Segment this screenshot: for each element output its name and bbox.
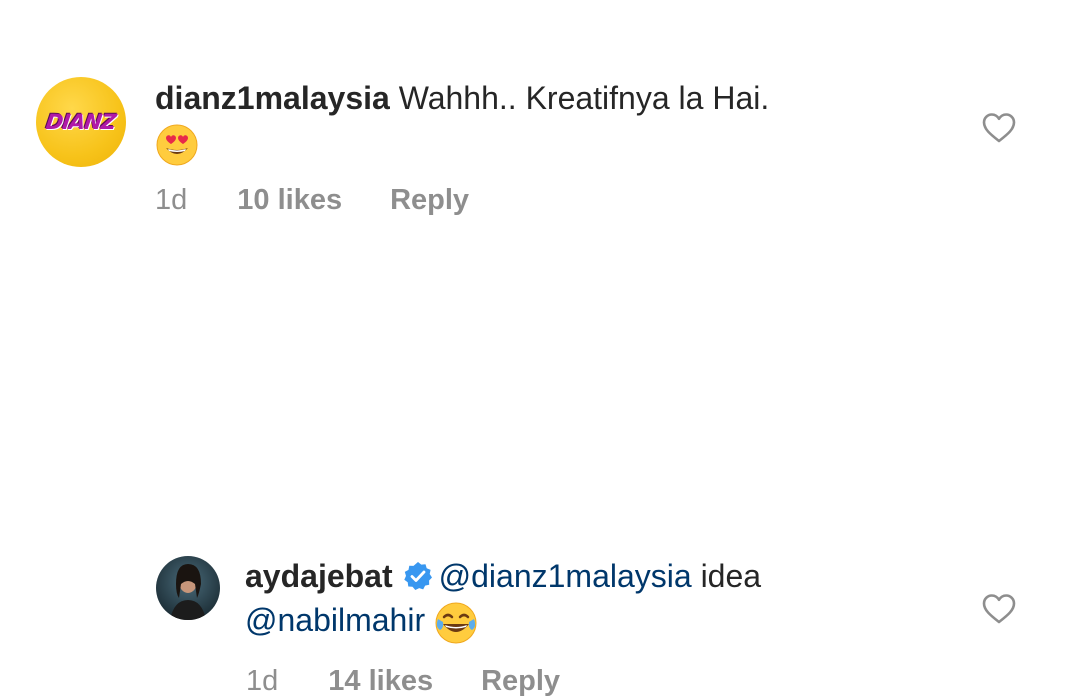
mention-link[interactable]: @dianz1malaysia [439,558,692,594]
like-heart-icon[interactable] [982,593,1016,625]
like-heart-icon[interactable] [982,112,1016,144]
comment-text: idea [700,558,762,594]
likes-count[interactable]: 10 likes [237,184,342,217]
comment-body: aydajebat @dianz1malaysia idea @nabilmah… [245,554,761,645]
dianz-logo: DIANZ [44,110,118,134]
verified-badge-icon [403,558,433,590]
profile-photo-icon [170,564,206,620]
likes-count[interactable]: 14 likes [328,665,433,698]
comment-meta: 1d 10 likes Reply [155,184,469,217]
comment-timestamp: 1d [246,665,279,697]
heart-eyes-emoji [155,123,199,167]
comment-timestamp: 1d [155,184,188,216]
mention-link[interactable]: @nabilmahir [245,602,425,638]
comment-text: Wahhh.. Kreatifnya la Hai. [398,80,770,116]
comment-body: dianz1malaysia Wahhh.. Kreatifnya la Hai… [155,76,769,167]
reply-comment-item: aydajebat @dianz1malaysia idea @nabilmah… [0,250,1080,697]
comment-meta: 1d 14 likes Reply [246,665,560,698]
avatar[interactable]: DIANZ [36,77,126,167]
reply-button[interactable]: Reply [390,184,469,217]
comment-username[interactable]: dianz1malaysia [155,80,390,116]
tears-of-joy-emoji [434,601,478,645]
reply-button[interactable]: Reply [481,665,560,698]
comment-username[interactable]: aydajebat [245,558,393,594]
comment-item: DIANZ dianz1malaysia Wahhh.. Kreatifnya … [0,0,1080,250]
avatar[interactable] [156,556,220,620]
